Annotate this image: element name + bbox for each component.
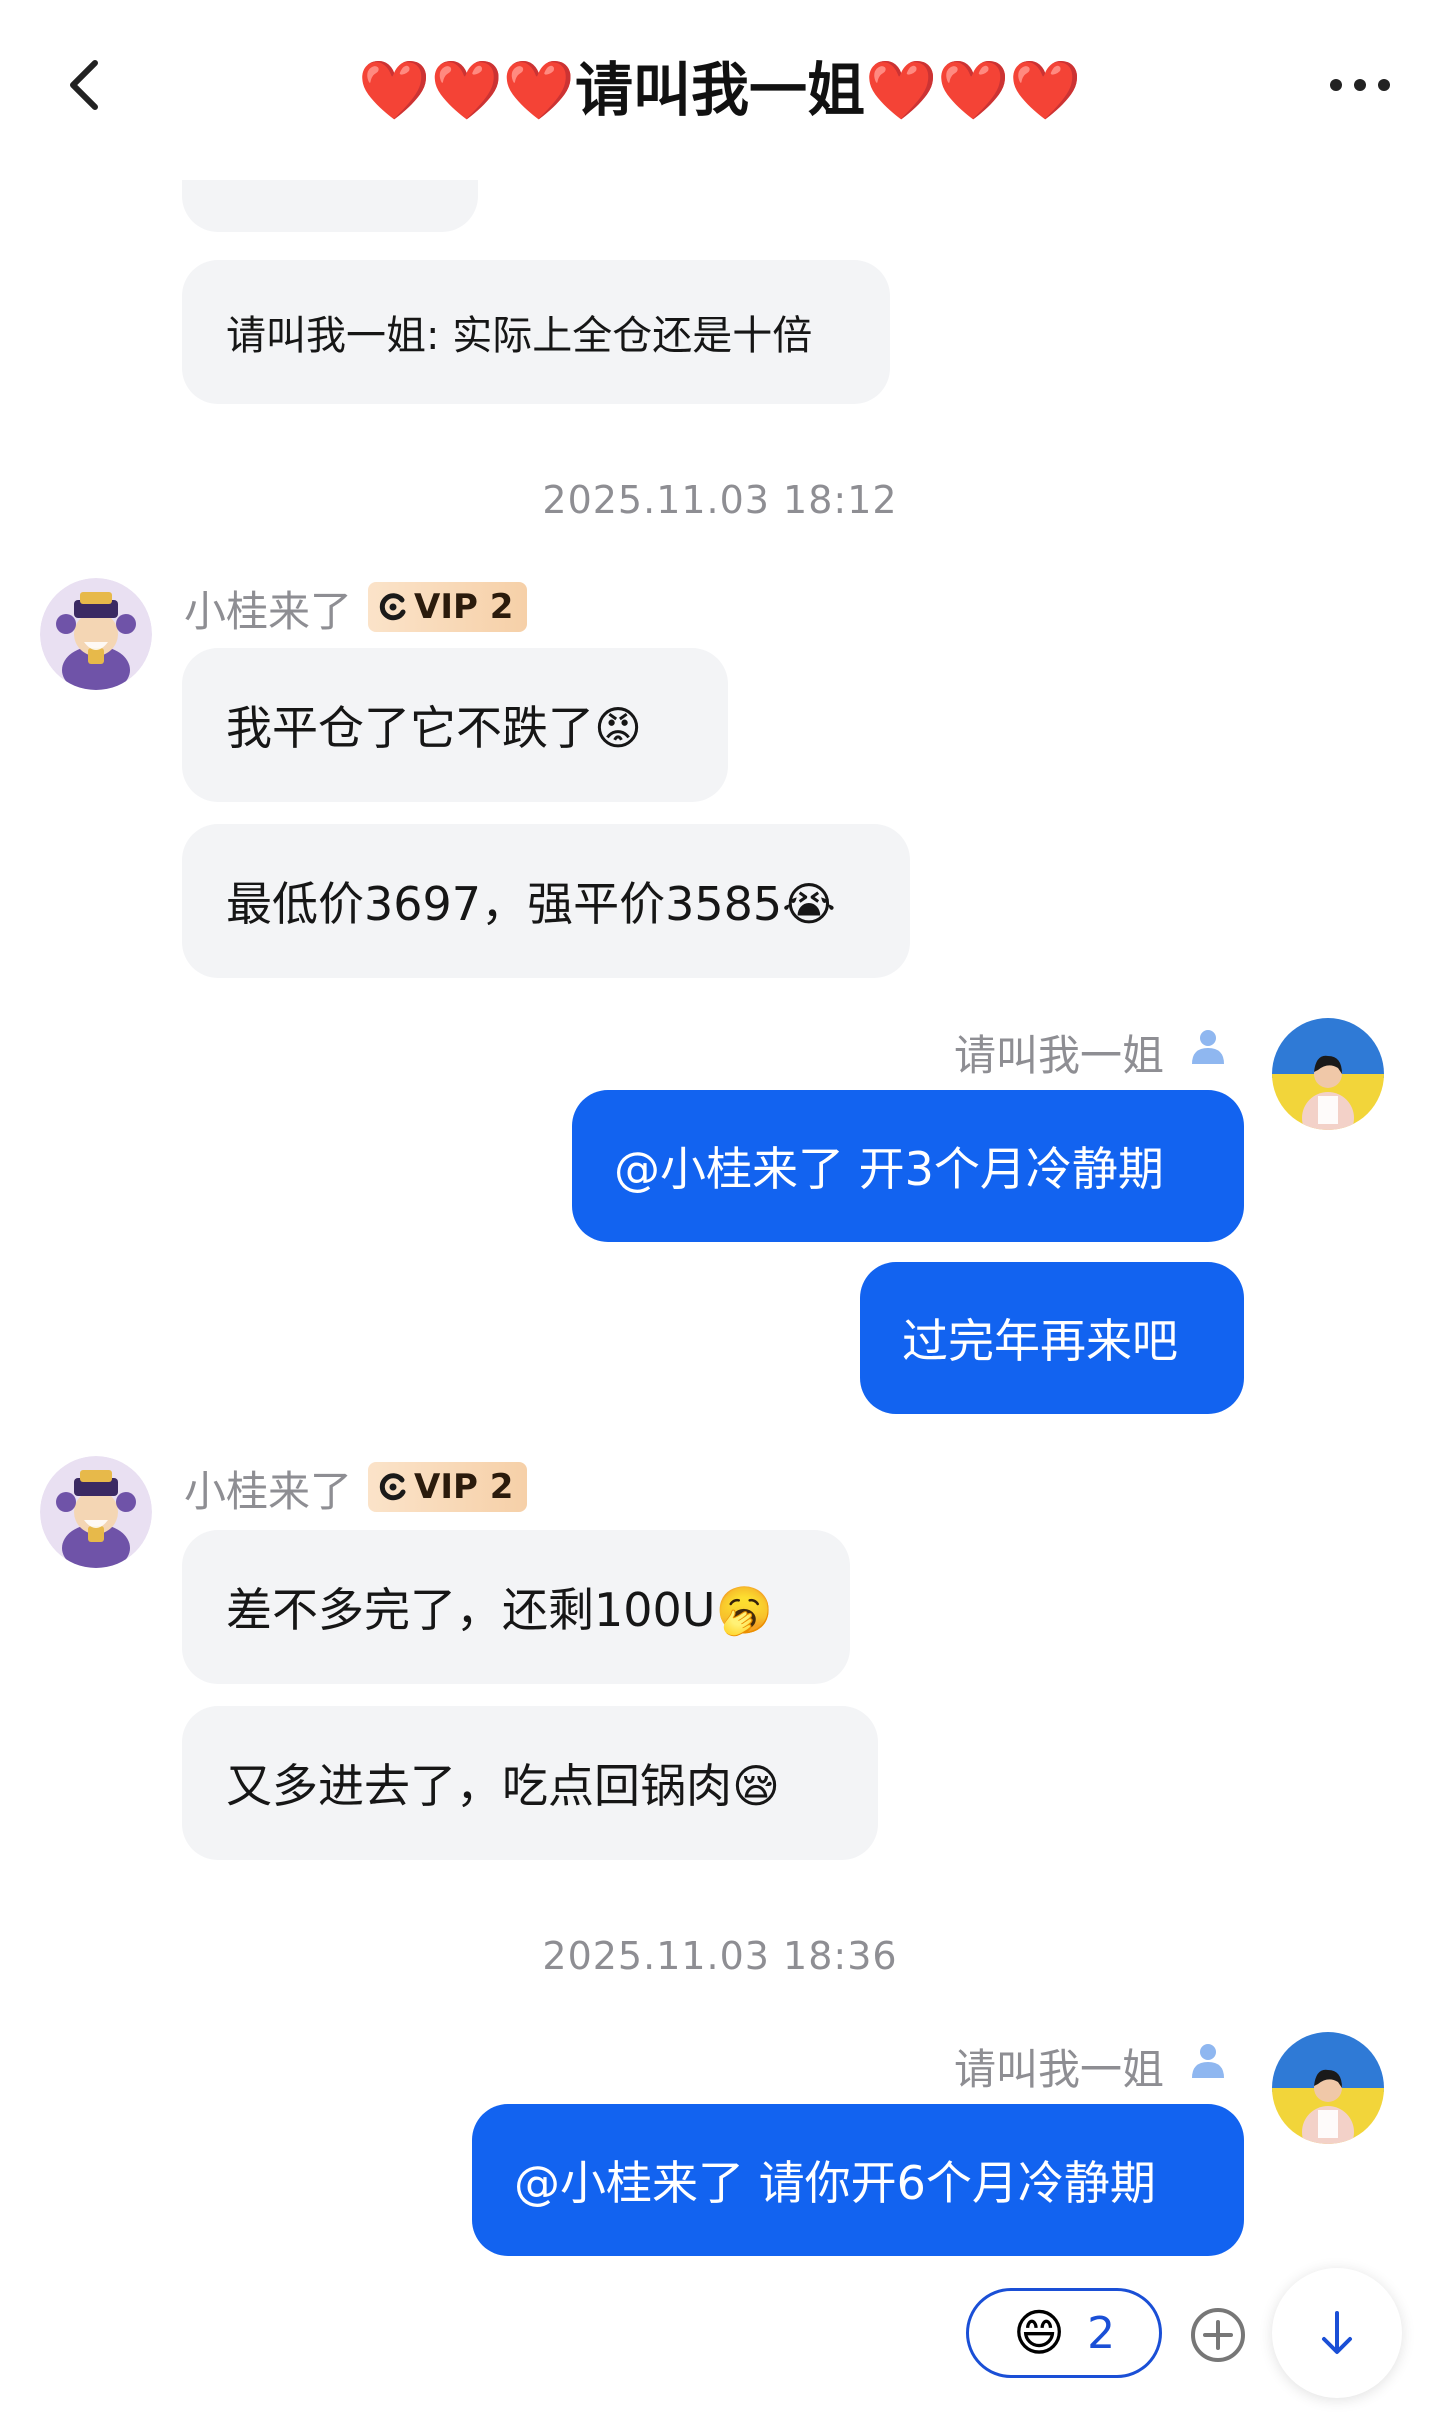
message-text: 又多进去了，吃点回锅肉😪 — [226, 1759, 780, 1813]
chat-title: ❤️❤️❤️请叫我一姐❤️❤️❤️ — [358, 56, 1082, 124]
timestamp: 2025.11.03 18:12 — [542, 478, 898, 522]
message-bubble[interactable]: 过完年再来吧 — [860, 1262, 1244, 1414]
message-bubble[interactable]: 又多进去了，吃点回锅肉😪 — [182, 1706, 878, 1860]
vip-badge-label: VIP 2 — [414, 1467, 514, 1507]
sender-name: 小桂来了 — [184, 1467, 353, 1516]
user-icon — [1192, 1030, 1224, 1064]
message-text: 过完年再来吧 — [902, 1314, 1178, 1368]
avatar-photo-icon — [1272, 2032, 1384, 2144]
back-button[interactable] — [55, 55, 115, 115]
add-reaction-button[interactable] — [1188, 2305, 1248, 2365]
message-text: 最低价3697，强平价3585😭 — [226, 877, 836, 931]
message-bubble[interactable]: @小桂来了 开3个月冷静期 — [572, 1090, 1244, 1242]
user-icon — [1192, 2044, 1224, 2078]
arrow-down-icon — [1322, 2311, 1352, 2354]
sender-name: 小桂来了 — [184, 587, 353, 636]
avatar-caishen-icon — [40, 1456, 152, 1568]
quote-reply-text: 请叫我一姐: 实际上全仓还是十倍 — [226, 313, 813, 359]
avatar[interactable] — [1272, 2032, 1384, 2144]
quote-reply-bubble[interactable]: 请叫我一姐: 实际上全仓还是十倍 — [182, 260, 890, 404]
message-bubble[interactable]: 最低价3697，强平价3585😭 — [182, 824, 910, 978]
vip-ring-icon — [379, 593, 406, 621]
chat-screen: ❤️❤️❤️请叫我一姐❤️❤️❤️ 请叫我一姐: 实际上全仓还是十倍 2025.… — [0, 0, 1440, 2414]
message-text: 我平仓了它不跌了😡 — [226, 701, 642, 755]
timestamp: 2025.11.03 18:36 — [542, 1934, 898, 1978]
message-text: @小桂来了 开3个月冷静期 — [614, 1142, 1164, 1196]
message-bubble[interactable]: 我平仓了它不跌了😡 — [182, 648, 728, 802]
vip-badge-label: VIP 2 — [414, 587, 514, 627]
vip-badge: VIP 2 — [368, 1462, 528, 1512]
add-reaction-icon — [1191, 2308, 1245, 2362]
sender-name: 请叫我一姐 — [954, 2045, 1165, 2094]
message-bubble[interactable]: 差不多完了，还剩100U🥱 — [182, 1530, 850, 1684]
avatar-photo-icon — [1272, 1018, 1384, 1130]
vip-badge: VIP 2 — [368, 582, 528, 632]
reaction-pill[interactable]: 😄 2 — [966, 2288, 1162, 2378]
avatar[interactable] — [40, 578, 152, 690]
chat-header: ❤️❤️❤️请叫我一姐❤️❤️❤️ — [0, 0, 1440, 180]
avatar[interactable] — [1272, 1018, 1384, 1130]
reaction-emoji: 😄 — [1012, 2304, 1066, 2362]
vip-ring-icon — [379, 1473, 406, 1501]
avatar[interactable] — [40, 1456, 152, 1568]
avatar-caishen-icon — [40, 578, 152, 690]
scroll-to-bottom-button[interactable] — [1272, 2268, 1402, 2398]
message-text: 差不多完了，还剩100U🥱 — [226, 1583, 773, 1637]
more-button[interactable] — [1320, 55, 1400, 115]
message-bubble[interactable]: @小桂来了 请你开6个月冷静期 — [472, 2104, 1244, 2256]
message-text: @小桂来了 请你开6个月冷静期 — [514, 2156, 1156, 2210]
reaction-count: 2 — [1087, 2307, 1116, 2359]
more-dots-icon — [1330, 79, 1390, 91]
chevron-left-icon — [70, 60, 98, 110]
sender-name: 请叫我一姐 — [954, 1031, 1165, 1080]
